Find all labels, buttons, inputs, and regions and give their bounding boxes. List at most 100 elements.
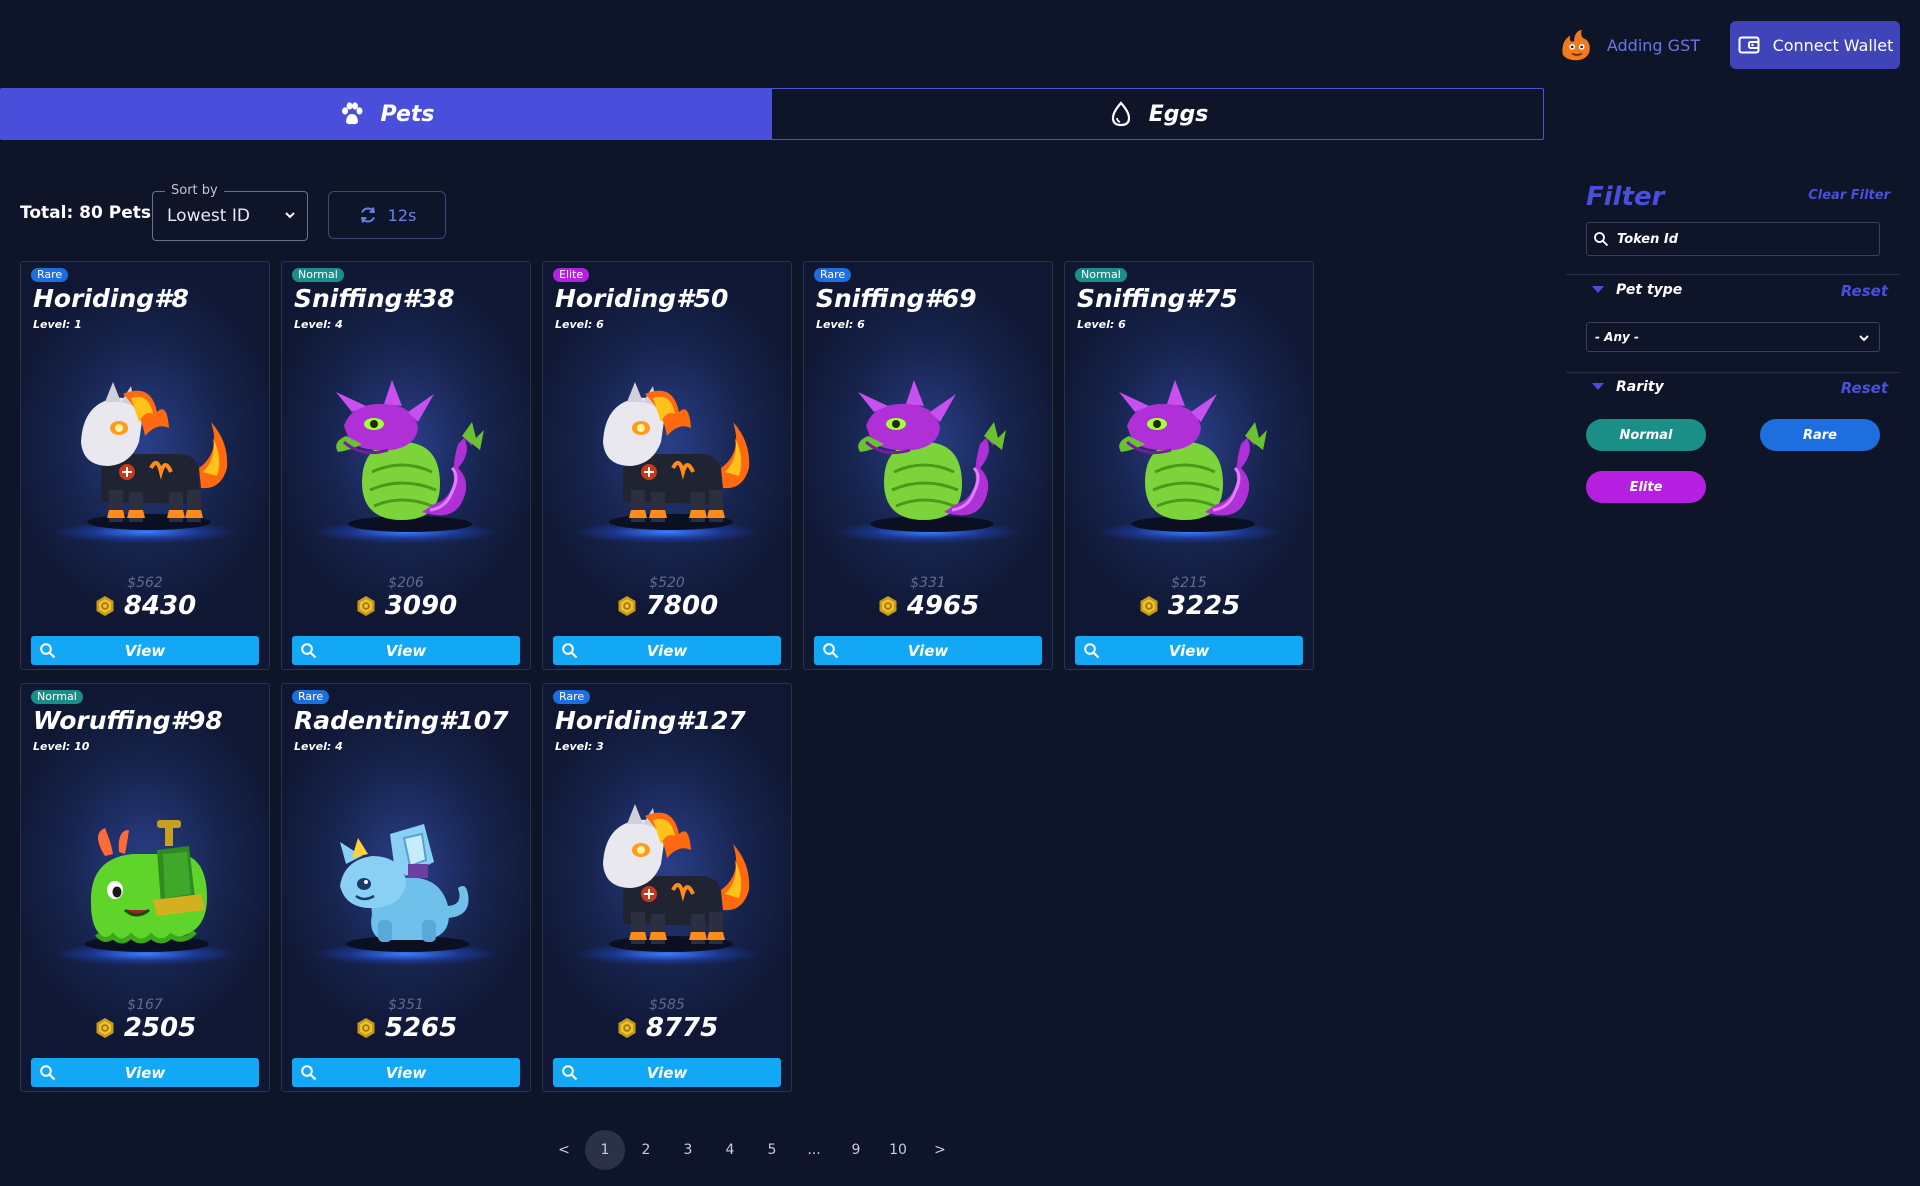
- header-right: Adding GST Connect Wallet: [1557, 21, 1900, 69]
- view-button[interactable]: View: [292, 636, 520, 665]
- coin-icon: [618, 596, 636, 616]
- filter-title: Filter: [1586, 182, 1665, 212]
- refresh-button[interactable]: 12s: [328, 191, 446, 239]
- rarity-rare-button[interactable]: Rare: [1760, 419, 1880, 451]
- usd-price: $351: [388, 997, 424, 1013]
- token-price-value: 8775: [645, 1013, 719, 1043]
- pet-card[interactable]: Rare Sniffing#69 Level: 6 $331 4965 View: [803, 261, 1053, 670]
- coin-icon: [357, 596, 375, 616]
- rarity-badge: Rare: [292, 690, 330, 704]
- rarity-toggle[interactable]: Rarity: [1592, 379, 1664, 395]
- view-button[interactable]: View: [31, 636, 259, 665]
- view-button[interactable]: View: [553, 636, 781, 665]
- adding-gst-label: Adding GST: [1606, 35, 1700, 55]
- pet-type-select[interactable]: - Any -: [1586, 322, 1880, 352]
- view-label: View: [646, 641, 688, 660]
- total-count: Total: 80 Pets: [20, 203, 151, 223]
- rarity-badge: Rare: [814, 268, 852, 282]
- pet-name: Horiding#127: [555, 706, 746, 735]
- view-button[interactable]: View: [292, 1058, 520, 1087]
- token-price: 3225: [1065, 591, 1313, 621]
- view-button[interactable]: View: [1075, 636, 1303, 665]
- next-page-button[interactable]: >: [919, 1130, 961, 1170]
- pet-card[interactable]: Normal Sniffing#75 Level: 6 $215 3225 Vi…: [1064, 261, 1314, 670]
- pet-name: Sniffing#69: [816, 284, 977, 313]
- token-id-field[interactable]: [1586, 222, 1880, 256]
- token-price: 3090: [282, 591, 530, 621]
- rarity-badge: Rare: [31, 268, 69, 282]
- search-icon: [1594, 232, 1609, 247]
- pet-image: [1105, 372, 1275, 542]
- page-button[interactable]: 4: [709, 1130, 751, 1170]
- tab-eggs[interactable]: Eggs: [772, 89, 1543, 139]
- page-button[interactable]: 3: [667, 1130, 709, 1170]
- egg-icon: [1111, 101, 1130, 127]
- usd-price: $520: [649, 575, 685, 591]
- paw-icon: [342, 102, 363, 125]
- view-button[interactable]: View: [553, 1058, 781, 1087]
- pet-level: Level: 6: [1077, 318, 1126, 331]
- token-price-value: 5265: [384, 1013, 458, 1043]
- divider: [1566, 274, 1900, 275]
- pet-type-toggle[interactable]: Pet type: [1592, 282, 1682, 298]
- pet-card[interactable]: Rare Horiding#127 Level: 3 $585 8775 Vie…: [542, 683, 792, 1092]
- token-id-input[interactable]: [1615, 230, 1869, 248]
- tab-pets[interactable]: Pets: [1, 89, 772, 139]
- caret-down-icon: [1592, 286, 1604, 293]
- page-button[interactable]: 10: [877, 1130, 919, 1170]
- prev-page-button[interactable]: <: [543, 1130, 585, 1170]
- page-button[interactable]: 1: [585, 1130, 625, 1170]
- search-icon: [40, 643, 56, 659]
- sort-value: Lowest ID: [167, 206, 250, 226]
- adding-gst-link[interactable]: Adding GST: [1557, 26, 1700, 64]
- rarity-reset[interactable]: Reset: [1841, 379, 1888, 397]
- rarity-badge: Elite: [553, 268, 590, 282]
- connect-wallet-button[interactable]: Connect Wallet: [1730, 21, 1900, 69]
- clear-filter-link[interactable]: Clear Filter: [1808, 188, 1890, 203]
- usd-price: $562: [127, 575, 163, 591]
- pet-name: Radenting#107: [294, 706, 509, 735]
- coin-icon: [96, 596, 114, 616]
- refresh-icon: [360, 207, 375, 223]
- connect-wallet-label: Connect Wallet: [1772, 35, 1894, 55]
- search-icon: [562, 1065, 578, 1081]
- pet-card[interactable]: Rare Radenting#107 Level: 4 $351 5265 Vi…: [281, 683, 531, 1092]
- rarity-elite-button[interactable]: Elite: [1586, 471, 1706, 503]
- sort-select[interactable]: Sort by Lowest ID: [152, 183, 308, 241]
- page-button[interactable]: 5: [751, 1130, 793, 1170]
- view-label: View: [385, 1063, 427, 1082]
- coin-icon: [1140, 596, 1158, 616]
- pet-level: Level: 10: [33, 740, 90, 753]
- page-button[interactable]: 2: [625, 1130, 667, 1170]
- pet-card[interactable]: Normal Sniffing#38 Level: 4 $206 3090 Vi…: [281, 261, 531, 670]
- view-button[interactable]: View: [31, 1058, 259, 1087]
- pet-image: [322, 372, 492, 542]
- rarity-normal-button[interactable]: Normal: [1586, 419, 1706, 451]
- coin-icon: [96, 1018, 114, 1038]
- pet-image: [583, 372, 753, 542]
- page-button[interactable]: 9: [835, 1130, 877, 1170]
- pet-card[interactable]: Rare Horiding#8 Level: 1 $562 8430 View: [20, 261, 270, 670]
- pet-level: Level: 4: [294, 740, 343, 753]
- pet-card[interactable]: Elite Horiding#50 Level: 6 $520 7800 Vie…: [542, 261, 792, 670]
- pet-name: Woruffing#98: [33, 706, 223, 735]
- tab-pets-label: Pets: [380, 101, 435, 127]
- pet-level: Level: 1: [33, 318, 82, 331]
- caret-down-icon: [1592, 383, 1604, 390]
- pet-card[interactable]: Normal Woruffing#98 Level: 10 $167 2505 …: [20, 683, 270, 1092]
- pet-type-reset[interactable]: Reset: [1841, 282, 1888, 300]
- tab-bar: Pets Eggs: [0, 88, 1544, 140]
- token-price: 8775: [543, 1013, 791, 1043]
- divider: [1566, 372, 1900, 373]
- search-icon: [301, 1065, 317, 1081]
- chevron-down-icon: [1859, 335, 1869, 342]
- view-button[interactable]: View: [814, 636, 1042, 665]
- view-label: View: [1168, 641, 1210, 660]
- pet-type-label: Pet type: [1616, 282, 1683, 298]
- search-icon: [562, 643, 578, 659]
- pet-level: Level: 4: [294, 318, 343, 331]
- token-price: 8430: [21, 591, 269, 621]
- pet-name: Sniffing#38: [294, 284, 455, 313]
- token-price-value: 4965: [906, 591, 980, 621]
- fire-mascot-icon: [1562, 29, 1590, 61]
